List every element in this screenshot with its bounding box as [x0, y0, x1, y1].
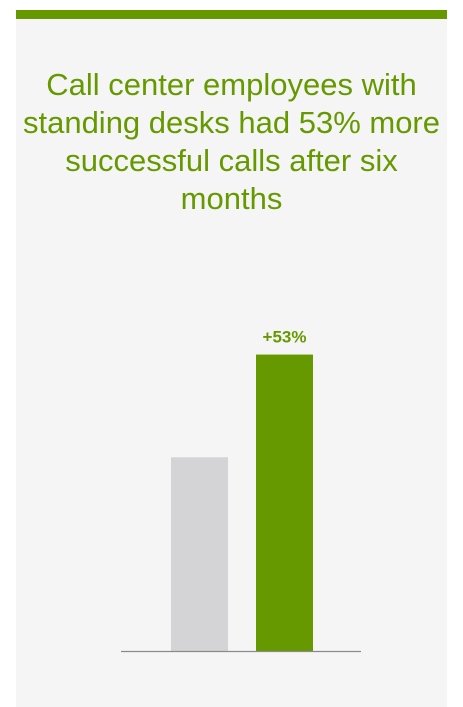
bars-group: [171, 354, 313, 651]
data-label-2: +53%: [263, 328, 307, 347]
bar-1: [171, 457, 228, 651]
data-labels-group: +53%: [263, 328, 307, 347]
bar-chart: +53%: [121, 328, 361, 653]
bar-2: [256, 354, 313, 651]
